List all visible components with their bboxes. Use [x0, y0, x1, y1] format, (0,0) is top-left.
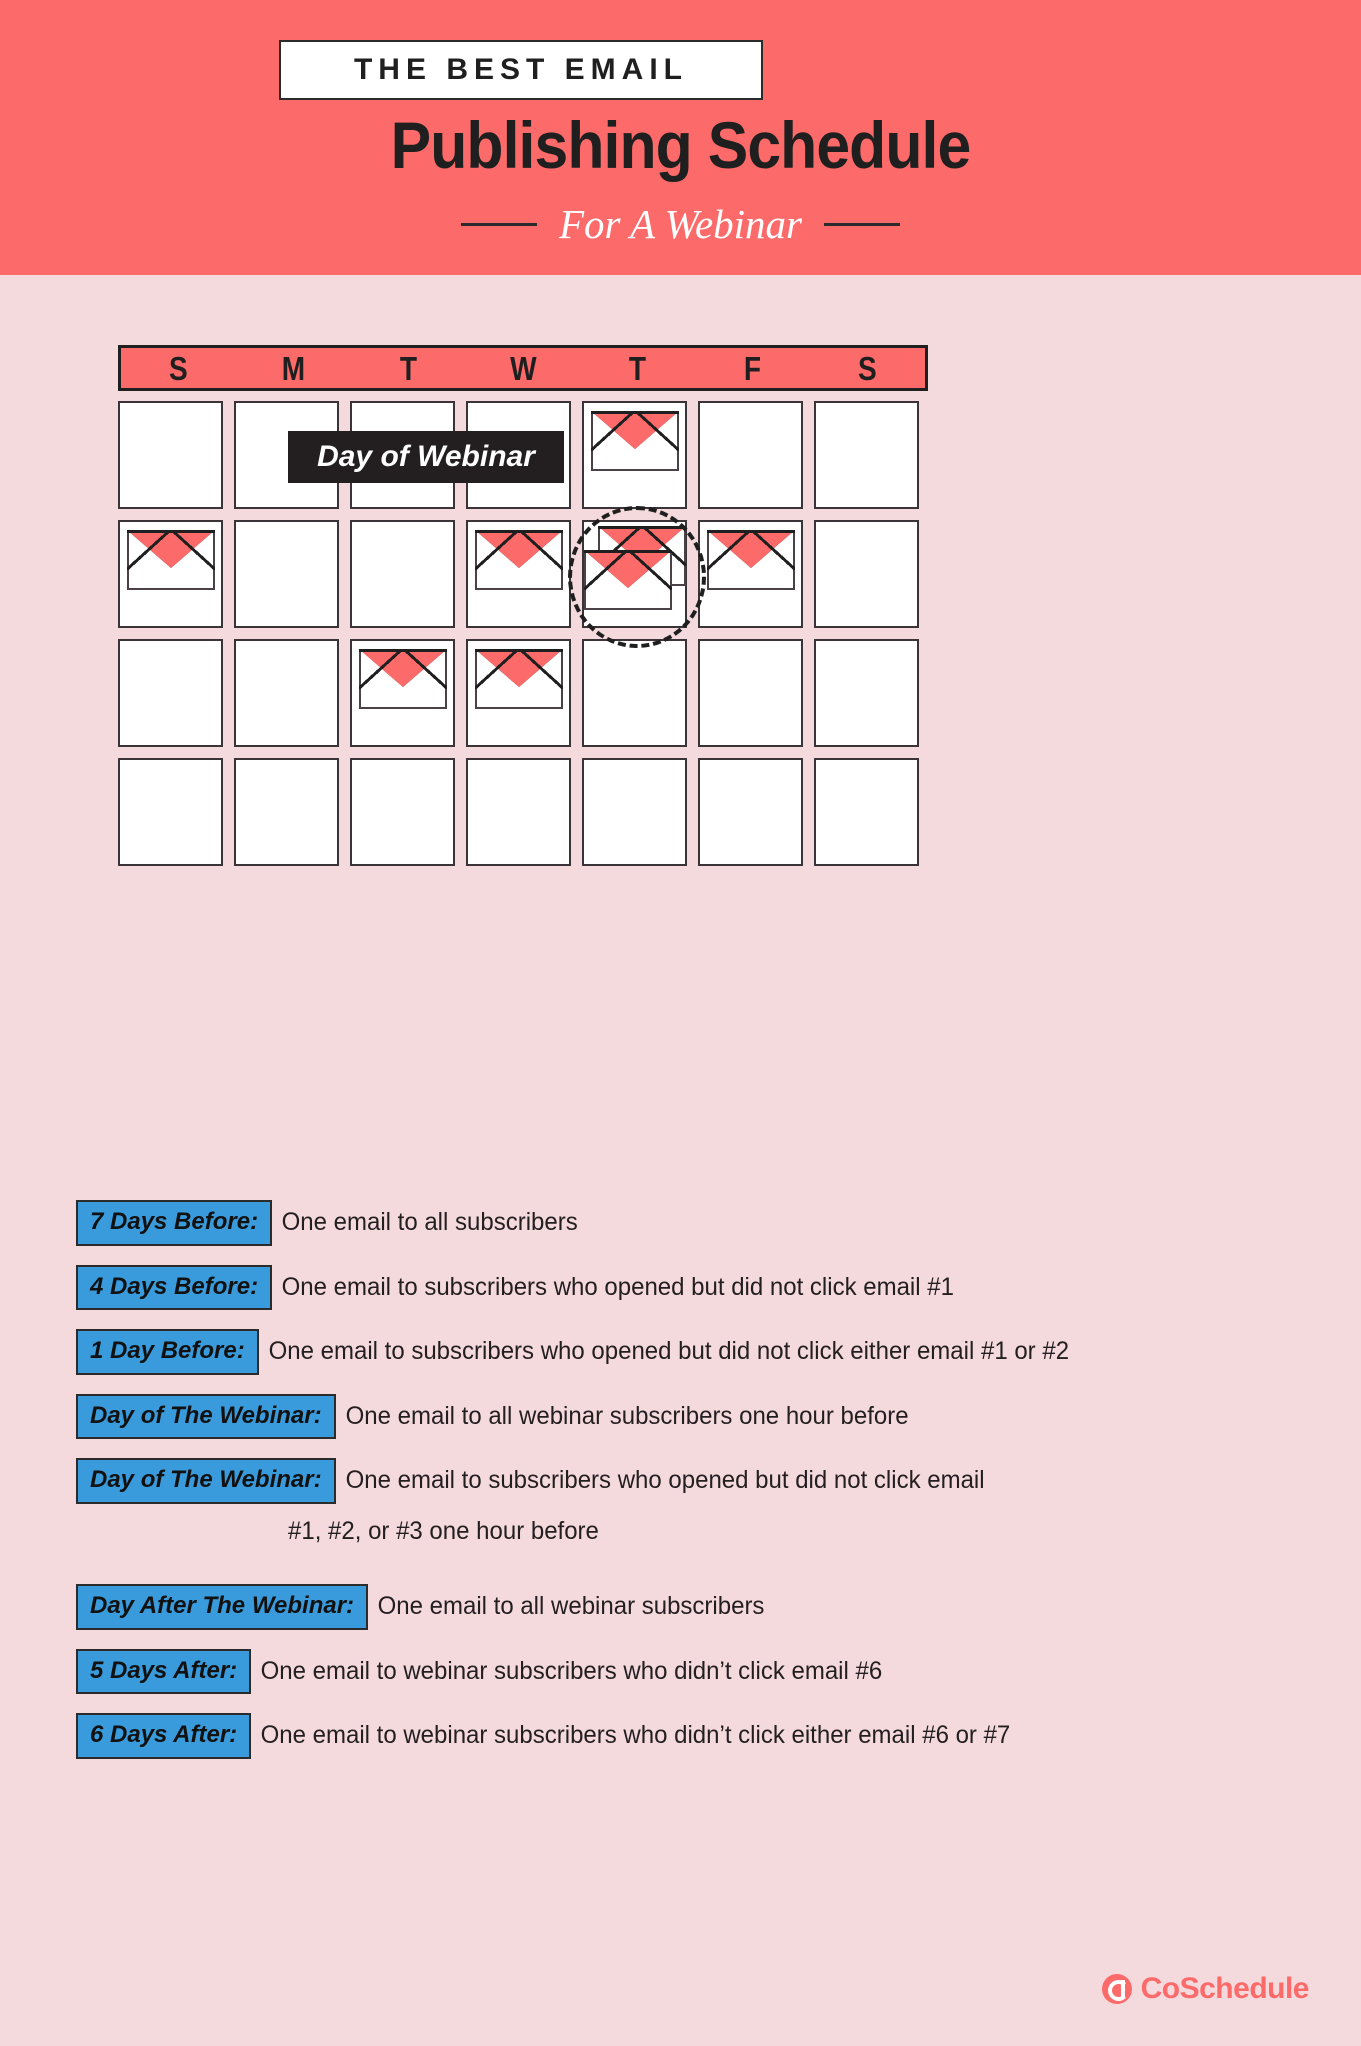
calendar-cell-r3-c2[interactable] — [350, 758, 455, 866]
envelope-top-edge — [707, 530, 795, 533]
calendar-cell-r1-c3[interactable] — [466, 520, 571, 628]
calendar-cell-r2-c6[interactable] — [814, 639, 919, 747]
envelope-top-edge — [591, 411, 679, 414]
calendar-day-header-2: T — [399, 349, 417, 387]
page-subtitle: For A Webinar — [559, 201, 802, 247]
envelope-top-edge — [475, 530, 563, 533]
calendar-cell-r3-c3[interactable] — [466, 758, 571, 866]
calendar-day-header-row: SMTWTFS — [118, 345, 928, 391]
calendar-cell-r0-c4[interactable] — [582, 401, 687, 509]
calendar-cell-r2-c0[interactable] — [118, 639, 223, 747]
legend-description-4: One email to subscribers who opened but … — [345, 1466, 985, 1495]
calendar-cell-r2-c5[interactable] — [698, 639, 803, 747]
calendar-cell-r3-c4[interactable] — [582, 758, 687, 866]
legend-description-3: One email to all webinar subscribers one… — [345, 1401, 909, 1430]
envelope-top-edge — [359, 649, 447, 652]
legend-item-7: 6 Days After: One email to webinar subscr… — [0, 1713, 1361, 1759]
email-envelope-icon — [475, 530, 563, 590]
calendar-cell-r3-c5[interactable] — [698, 758, 803, 866]
legend-item-4: Day of The Webinar: One email to subscrib… — [0, 1458, 1361, 1504]
day-of-webinar-label: Day of Webinar — [288, 431, 564, 483]
envelope-top-edge — [127, 530, 215, 533]
legend-list: 7 Days Before: One email to all subscribe… — [0, 1200, 1361, 1778]
legend-item-1: 4 Days Before: One email to subscribers w… — [0, 1264, 1361, 1311]
legend-item-0: 7 Days Before: One email to all subscribe… — [0, 1200, 1361, 1246]
legend-badge-6: 5 Days After: — [76, 1648, 252, 1695]
envelope-top-edge — [598, 526, 686, 529]
calendar-day-header-4: T — [629, 349, 647, 387]
legend-description-1: One email to subscribers who opened but … — [281, 1272, 955, 1301]
calendar-cell-r2-c4[interactable] — [582, 639, 687, 747]
kicker-box: THE BEST EMAIL — [279, 40, 763, 100]
email-envelope-icon — [127, 530, 215, 590]
header-banner: THE BEST EMAIL Publishing Schedule For A… — [0, 0, 1361, 275]
coschedule-logo[interactable]: CoSchedule — [1101, 1972, 1310, 2006]
email-envelope-icon — [359, 649, 447, 709]
legend-item-5: Day After The Webinar: One email to all w… — [0, 1583, 1361, 1630]
calendar-day-header-1: M — [281, 349, 305, 387]
legend-item-3: Day of The Webinar: One email to all webi… — [0, 1393, 1361, 1440]
legend-badge-3: Day of The Webinar: — [76, 1393, 336, 1440]
email-envelope-icon — [475, 649, 563, 709]
legend-description-2: One email to subscribers who opened but … — [268, 1337, 1069, 1366]
calendar-cell-r3-c1[interactable] — [234, 758, 339, 866]
calendar-day-header-3: W — [509, 349, 537, 387]
calendar-cell-r1-c6[interactable] — [814, 520, 919, 628]
legend-badge-1: 4 Days Before: — [76, 1264, 273, 1311]
legend-badge-0: 7 Days Before: — [76, 1200, 273, 1246]
envelope-top-edge — [584, 550, 672, 553]
email-envelope-icon — [707, 530, 795, 590]
calendar-day-header-5: F — [744, 349, 762, 387]
legend-badge-7: 6 Days After: — [76, 1713, 252, 1759]
calendar-day-header-6: S — [858, 349, 877, 387]
legend-badge-4: Day of The Webinar: — [76, 1458, 336, 1504]
calendar-day-header-0: S — [169, 349, 188, 387]
calendar-cell-r3-c0[interactable] — [118, 758, 223, 866]
legend-badge-5: Day After The Webinar: — [76, 1583, 369, 1630]
subtitle-rule-right — [824, 222, 900, 226]
subtitle-rule-left — [461, 222, 537, 226]
legend-description-6: One email to webinar subscribers who did… — [260, 1656, 883, 1685]
legend-group-spacer — [0, 1570, 1361, 1584]
calendar-cell-r1-c0[interactable] — [118, 520, 223, 628]
legend-badge-2: 1 Day Before: — [76, 1329, 259, 1375]
email-envelope-icon — [584, 550, 672, 610]
calendar-cell-r3-c6[interactable] — [814, 758, 919, 866]
coschedule-wordmark: CoSchedule — [1140, 1972, 1310, 2005]
calendar-cell-r0-c6[interactable] — [814, 401, 919, 509]
legend-description-5: One email to all webinar subscribers — [377, 1591, 765, 1620]
calendar-cell-r0-c0[interactable] — [118, 401, 223, 509]
legend-description-cont-4: #1, #2, or #3 one hour before — [288, 1516, 599, 1545]
legend-description-7: One email to webinar subscribers who did… — [260, 1721, 1011, 1750]
calendar: S M T W T F S Day of Webinar — [118, 345, 928, 866]
calendar-cell-r1-c2[interactable] — [350, 520, 455, 628]
calendar-cell-r2-c2[interactable] — [350, 639, 455, 747]
calendar-cell-r0-c5[interactable] — [698, 401, 803, 509]
day-of-webinar-text: Day of Webinar — [317, 440, 535, 473]
legend-item-6: 5 Days After: One email to webinar subscr… — [0, 1648, 1361, 1695]
calendar-cell-r2-c1[interactable] — [234, 639, 339, 747]
email-envelope-icon — [591, 411, 679, 471]
calendar-cell-r2-c3[interactable] — [466, 639, 571, 747]
envelope-top-edge — [475, 649, 563, 652]
page-title: Publishing Schedule — [390, 108, 972, 182]
calendar-cell-r1-c1[interactable] — [234, 520, 339, 628]
calendar-cell-r1-c5[interactable] — [698, 520, 803, 628]
subtitle-row: For A Webinar — [0, 200, 1361, 248]
legend-item-2: 1 Day Before: One email to subscribers wh… — [0, 1329, 1361, 1375]
kicker-text: THE BEST EMAIL — [353, 53, 688, 86]
calendar-cell-r1-c4[interactable] — [568, 506, 706, 648]
legend-description-0: One email to all subscribers — [281, 1208, 578, 1236]
coschedule-mark-icon — [1101, 1974, 1132, 2004]
